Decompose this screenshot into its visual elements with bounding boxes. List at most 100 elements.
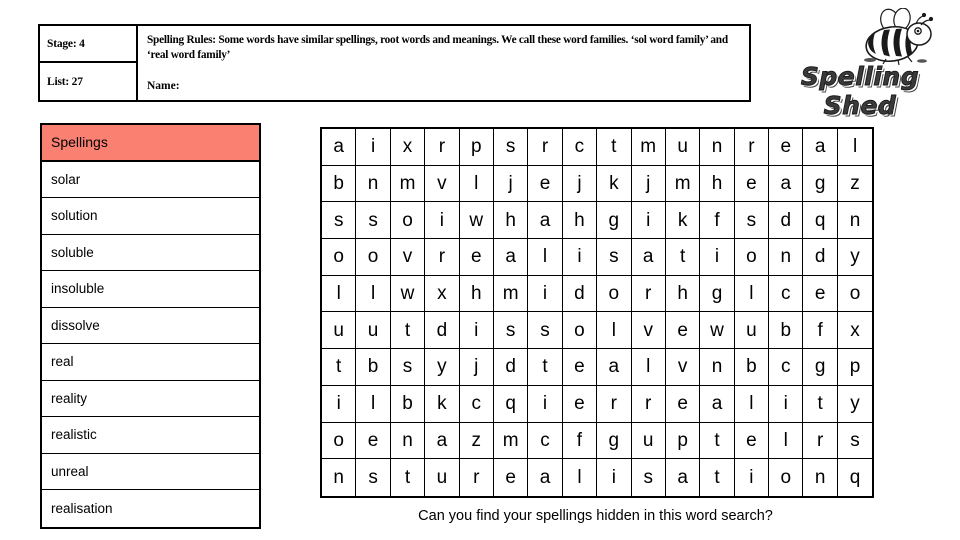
word-search-cell[interactable]: w bbox=[390, 275, 426, 313]
word-search-cell[interactable]: d bbox=[803, 239, 838, 276]
word-search-cell[interactable]: o bbox=[562, 312, 598, 350]
word-search-cell[interactable]: u bbox=[665, 129, 701, 166]
word-search-grid[interactable]: aixrpsrctmunrealbnmvljejkjmheagzssoiwhah… bbox=[320, 127, 875, 498]
word-search-cell[interactable]: t bbox=[390, 312, 426, 350]
word-search-cell[interactable]: i bbox=[700, 239, 735, 276]
word-search-cell[interactable]: r bbox=[425, 129, 460, 166]
word-search-cell[interactable]: u bbox=[356, 312, 391, 350]
word-search-cell[interactable]: l bbox=[837, 129, 873, 166]
word-search-cell[interactable]: s bbox=[356, 202, 391, 240]
word-search-cell[interactable]: t bbox=[597, 129, 632, 166]
word-search-cell[interactable]: u bbox=[425, 459, 460, 496]
word-search-cell[interactable]: h bbox=[493, 202, 529, 240]
word-search-cell[interactable]: i bbox=[528, 275, 563, 313]
word-search-cell[interactable]: t bbox=[390, 459, 426, 496]
word-search-cell[interactable]: i bbox=[562, 239, 598, 276]
word-search-cell[interactable]: l bbox=[356, 275, 391, 313]
word-search-cell[interactable]: n bbox=[803, 459, 838, 496]
word-search-cell[interactable]: n bbox=[700, 349, 735, 386]
word-search-cell[interactable]: f bbox=[700, 202, 735, 240]
word-search-cell[interactable]: i bbox=[322, 385, 357, 423]
word-search-cell[interactable]: l bbox=[459, 165, 494, 203]
word-search-cell[interactable]: g bbox=[700, 275, 735, 313]
word-search-cell[interactable]: o bbox=[322, 239, 357, 276]
word-search-cell[interactable]: t bbox=[803, 385, 838, 423]
word-search-cell[interactable]: i bbox=[769, 385, 804, 423]
word-search-cell[interactable]: q bbox=[837, 459, 873, 496]
word-search-cell[interactable]: l bbox=[562, 459, 598, 496]
word-search-cell[interactable]: n bbox=[322, 459, 357, 496]
word-search-cell[interactable]: k bbox=[425, 385, 460, 423]
word-search-cell[interactable]: i bbox=[459, 312, 494, 350]
word-search-cell[interactable]: s bbox=[734, 202, 770, 240]
word-search-cell[interactable]: a bbox=[700, 385, 735, 423]
word-search-cell[interactable]: l bbox=[631, 349, 666, 386]
word-search-cell[interactable]: y bbox=[837, 239, 873, 276]
word-search-cell[interactable]: l bbox=[528, 239, 563, 276]
word-search-cell[interactable]: r bbox=[803, 422, 838, 460]
word-search-cell[interactable]: c bbox=[769, 275, 804, 313]
word-search-cell[interactable]: u bbox=[734, 312, 770, 350]
word-search-cell[interactable]: c bbox=[769, 349, 804, 386]
word-search-cell[interactable]: o bbox=[769, 459, 804, 496]
word-search-cell[interactable]: t bbox=[528, 349, 563, 386]
word-search-cell[interactable]: a bbox=[803, 129, 838, 166]
word-search-cell[interactable]: w bbox=[700, 312, 735, 350]
word-search-cell[interactable]: m bbox=[665, 165, 701, 203]
word-search-cell[interactable]: o bbox=[322, 422, 357, 460]
word-search-cell[interactable]: r bbox=[631, 385, 666, 423]
word-search-cell[interactable]: f bbox=[562, 422, 598, 460]
word-search-cell[interactable]: y bbox=[837, 385, 873, 423]
word-search-cell[interactable]: s bbox=[356, 459, 391, 496]
word-search-cell[interactable]: e bbox=[528, 165, 563, 203]
word-search-cell[interactable]: l bbox=[322, 275, 357, 313]
word-search-cell[interactable]: t bbox=[700, 459, 735, 496]
word-search-cell[interactable]: s bbox=[322, 202, 357, 240]
word-search-cell[interactable]: b bbox=[390, 385, 426, 423]
word-search-cell[interactable]: a bbox=[322, 129, 357, 166]
word-search-cell[interactable]: n bbox=[700, 129, 735, 166]
word-search-cell[interactable]: s bbox=[837, 422, 873, 460]
word-search-cell[interactable]: d bbox=[562, 275, 598, 313]
word-search-cell[interactable]: d bbox=[425, 312, 460, 350]
word-search-cell[interactable]: e bbox=[769, 129, 804, 166]
word-search-cell[interactable]: j bbox=[562, 165, 598, 203]
word-search-cell[interactable]: w bbox=[459, 202, 494, 240]
word-search-cell[interactable]: a bbox=[425, 422, 460, 460]
word-search-cell[interactable]: b bbox=[356, 349, 391, 386]
word-search-cell[interactable]: s bbox=[528, 312, 563, 350]
word-search-cell[interactable]: h bbox=[562, 202, 598, 240]
word-search-cell[interactable]: t bbox=[322, 349, 357, 386]
word-search-cell[interactable]: b bbox=[322, 165, 357, 203]
word-search-cell[interactable]: t bbox=[665, 239, 701, 276]
word-search-cell[interactable]: r bbox=[734, 129, 770, 166]
word-search-cell[interactable]: m bbox=[493, 275, 529, 313]
word-search-cell[interactable]: a bbox=[528, 459, 563, 496]
word-search-cell[interactable]: d bbox=[493, 349, 529, 386]
word-search-cell[interactable]: e bbox=[562, 349, 598, 386]
word-search-cell[interactable]: e bbox=[734, 165, 770, 203]
word-search-cell[interactable]: o bbox=[356, 239, 391, 276]
word-search-cell[interactable]: f bbox=[803, 312, 838, 350]
word-search-cell[interactable]: a bbox=[493, 239, 529, 276]
word-search-cell[interactable]: r bbox=[425, 239, 460, 276]
word-search-cell[interactable]: p bbox=[665, 422, 701, 460]
word-search-cell[interactable]: e bbox=[356, 422, 391, 460]
word-search-cell[interactable]: g bbox=[597, 422, 632, 460]
word-search-cell[interactable]: x bbox=[390, 129, 426, 166]
word-search-cell[interactable]: x bbox=[837, 312, 873, 350]
word-search-cell[interactable]: d bbox=[769, 202, 804, 240]
word-search-cell[interactable]: n bbox=[769, 239, 804, 276]
word-search-cell[interactable]: i bbox=[528, 385, 563, 423]
word-search-cell[interactable]: a bbox=[631, 239, 666, 276]
word-search-cell[interactable]: l bbox=[734, 275, 770, 313]
word-search-cell[interactable]: g bbox=[803, 349, 838, 386]
word-search-cell[interactable]: o bbox=[597, 275, 632, 313]
word-search-cell[interactable]: v bbox=[425, 165, 460, 203]
word-search-cell[interactable]: s bbox=[493, 312, 529, 350]
word-search-cell[interactable]: e bbox=[665, 385, 701, 423]
word-search-cell[interactable]: a bbox=[769, 165, 804, 203]
word-search-cell[interactable]: o bbox=[837, 275, 873, 313]
word-search-cell[interactable]: i bbox=[734, 459, 770, 496]
word-search-cell[interactable]: e bbox=[803, 275, 838, 313]
